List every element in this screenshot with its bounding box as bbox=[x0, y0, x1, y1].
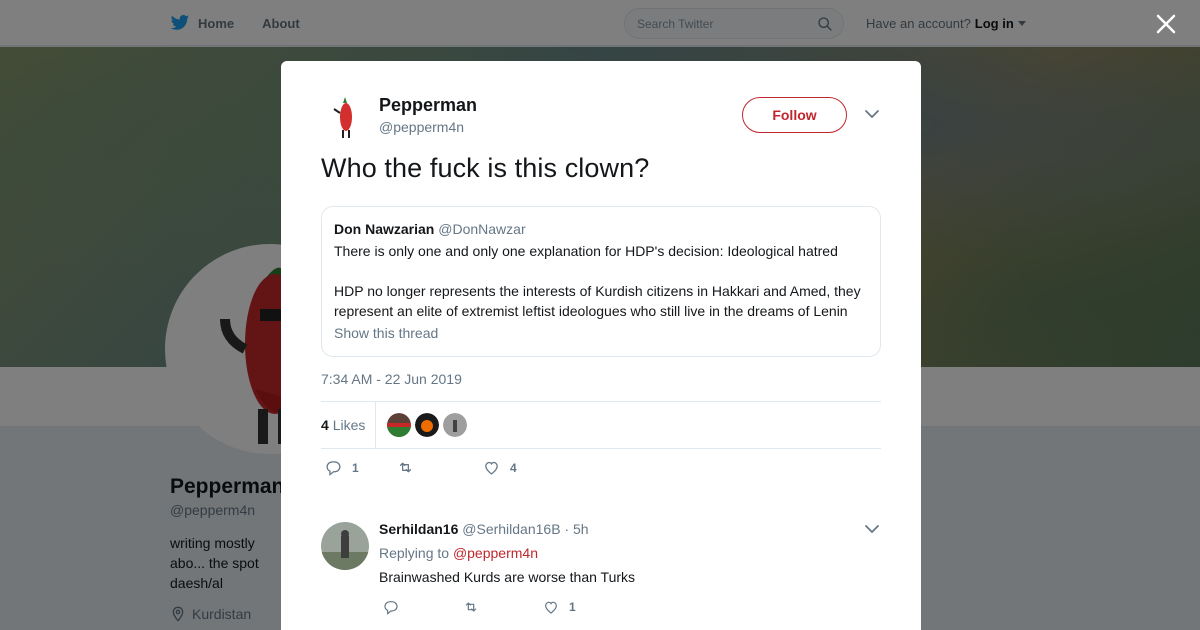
tweet-header: Pepperman @pepperm4n Follow bbox=[321, 93, 881, 143]
heart-icon bbox=[545, 601, 557, 614]
chevron-down-icon[interactable] bbox=[864, 521, 880, 537]
heart-icon bbox=[485, 461, 498, 475]
retweet-button[interactable] bbox=[397, 459, 483, 476]
reply-author-name[interactable]: Serhildan16 bbox=[379, 521, 458, 537]
reply-button[interactable]: 1 bbox=[325, 459, 397, 476]
like-count: 4 bbox=[510, 460, 517, 475]
quote-paragraph: HDP no longer represents the interests o… bbox=[334, 283, 861, 319]
reply-button[interactable] bbox=[383, 599, 463, 615]
retweet-icon bbox=[399, 462, 412, 473]
quote-author-handle: @DonNawzar bbox=[438, 221, 526, 237]
likes-label: Likes bbox=[332, 417, 366, 433]
quote-text: There is only one and only one explanati… bbox=[334, 241, 868, 321]
quote-author-name: Don Nawzarian bbox=[334, 221, 435, 237]
likes-stat[interactable]: 4 Likes bbox=[321, 417, 365, 433]
like-button[interactable]: 1 bbox=[543, 599, 576, 615]
tweet-modal: Pepperman @pepperm4n Follow Who the fuck… bbox=[281, 61, 921, 630]
replying-to-handle[interactable]: @pepperm4n bbox=[453, 545, 538, 561]
quoted-tweet[interactable]: Don Nawzarian @DonNawzar There is only o… bbox=[321, 206, 881, 357]
tweet-timestamp[interactable]: 7:34 AM - 22 Jun 2019 bbox=[321, 371, 462, 387]
reply-header: Serhildan16 @Serhildan16B · 5h bbox=[379, 521, 589, 537]
like-button[interactable]: 4 bbox=[483, 459, 517, 476]
likers-avatars bbox=[387, 413, 467, 437]
close-icon[interactable] bbox=[1156, 14, 1176, 34]
reply-avatar[interactable] bbox=[321, 522, 369, 570]
chevron-down-icon[interactable] bbox=[864, 106, 880, 122]
liker-avatar[interactable] bbox=[387, 413, 411, 437]
reply-avatar-image bbox=[321, 522, 369, 570]
replying-to: Replying to @pepperm4n bbox=[379, 545, 538, 561]
reply-icon bbox=[326, 461, 341, 476]
tweet-text: Who the fuck is this clown? bbox=[321, 153, 650, 183]
reply-author-handle[interactable]: @Serhildan16B bbox=[462, 521, 560, 537]
liker-avatar[interactable] bbox=[415, 413, 439, 437]
reply-count: 1 bbox=[352, 460, 359, 475]
reply-actions: 1 bbox=[383, 599, 576, 615]
author-handle[interactable]: @pepperm4n bbox=[379, 119, 464, 135]
stats-divider bbox=[375, 402, 376, 448]
reply-icon bbox=[384, 601, 398, 615]
author-avatar[interactable] bbox=[321, 93, 369, 141]
reply-tweet[interactable]: Serhildan16 @Serhildan16B · 5h Replying … bbox=[321, 521, 881, 630]
reply-text: Brainwashed Kurds are worse than Turks bbox=[379, 569, 636, 585]
replying-to-label: Replying to bbox=[379, 545, 450, 561]
author-name[interactable]: Pepperman bbox=[379, 95, 477, 116]
tweet-actions: 1 4 bbox=[325, 459, 517, 476]
likes-count: 4 bbox=[321, 417, 329, 433]
tweet-stats: 4 Likes bbox=[321, 401, 881, 449]
reply-like-count: 1 bbox=[569, 600, 576, 614]
quote-author: Don Nawzarian @DonNawzar bbox=[334, 221, 868, 237]
retweet-button[interactable] bbox=[463, 599, 543, 615]
retweet-icon bbox=[465, 602, 477, 612]
liker-avatar[interactable] bbox=[443, 413, 467, 437]
pepper-avatar-image bbox=[321, 93, 369, 141]
follow-button[interactable]: Follow bbox=[742, 97, 847, 133]
show-thread-link[interactable]: Show this thread bbox=[334, 325, 438, 341]
reply-time[interactable]: · 5h bbox=[564, 521, 588, 537]
quote-paragraph: There is only one and only one explanati… bbox=[334, 243, 838, 259]
